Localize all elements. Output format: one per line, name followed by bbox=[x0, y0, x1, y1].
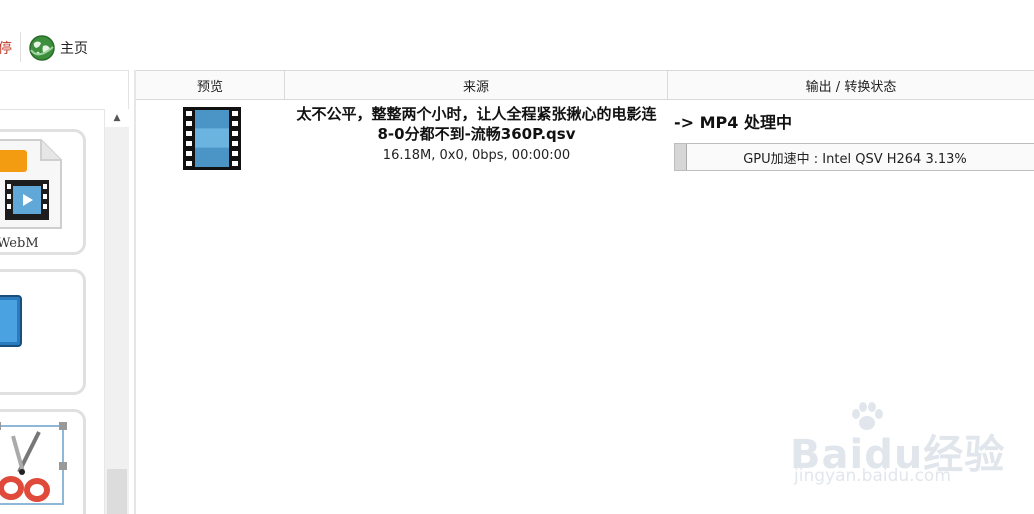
output-status: -> MP4 处理中 bbox=[674, 113, 792, 132]
format-list: WebM bbox=[0, 109, 103, 514]
format-card-cut[interactable] bbox=[0, 409, 86, 514]
toolbar: 停 主页 bbox=[0, 0, 1034, 70]
format-panel: WebM ▲ bbox=[0, 70, 136, 514]
format-card-webm[interactable]: WebM bbox=[0, 129, 86, 255]
format-list-scrollbar[interactable]: ▲ bbox=[104, 109, 129, 514]
scroll-thumb[interactable] bbox=[107, 469, 127, 514]
film-icon bbox=[183, 107, 241, 170]
column-header-source[interactable]: 来源 bbox=[285, 71, 668, 99]
baidu-watermark: Baidu经验 jingyan.baidu.com bbox=[790, 400, 1030, 500]
screen-icon bbox=[0, 295, 22, 347]
globe-icon bbox=[29, 35, 55, 61]
progress-text: GPU加速中 : Intel QSV H264 3.13% bbox=[743, 151, 967, 167]
webm-file-icon bbox=[0, 139, 62, 229]
preview-cell bbox=[136, 101, 285, 181]
column-header-preview[interactable]: 预览 bbox=[136, 71, 285, 99]
home-button[interactable]: 主页 bbox=[28, 32, 88, 64]
source-meta: 16.18M, 0x0, 0bps, 00:00:00 bbox=[382, 148, 571, 163]
conversion-progress-bar: GPU加速中 : Intel QSV H264 3.13% bbox=[674, 143, 1034, 171]
table-header: 预览 来源 输出 / 转换状态 bbox=[136, 70, 1034, 100]
format-card-label: WebM bbox=[0, 236, 39, 251]
table-row[interactable]: 太不公平，整整两个小时，让人全程紧张揪心的电影连8-0分都不到-流畅360P.q… bbox=[136, 101, 1034, 181]
toolbar-separator bbox=[20, 32, 21, 62]
format-panel-header bbox=[0, 70, 129, 110]
source-title: 太不公平，整整两个小时，让人全程紧张揪心的电影连8-0分都不到-流畅360P.q… bbox=[296, 105, 657, 143]
home-label: 主页 bbox=[60, 41, 88, 57]
toolbar-partial-label[interactable]: 停 bbox=[0, 38, 12, 58]
scissors-icon bbox=[0, 422, 67, 505]
source-cell: 太不公平，整整两个小时，让人全程紧张揪心的电影连8-0分都不到-流畅360P.q… bbox=[285, 101, 668, 181]
output-cell: -> MP4 处理中 GPU加速中 : Intel QSV H264 3.13% bbox=[668, 101, 1034, 181]
format-card-screen[interactable] bbox=[0, 269, 86, 395]
watermark-url: jingyan.baidu.com bbox=[794, 466, 951, 486]
column-header-output[interactable]: 输出 / 转换状态 bbox=[668, 71, 1034, 99]
scroll-up-arrow-icon[interactable]: ▲ bbox=[105, 109, 129, 127]
